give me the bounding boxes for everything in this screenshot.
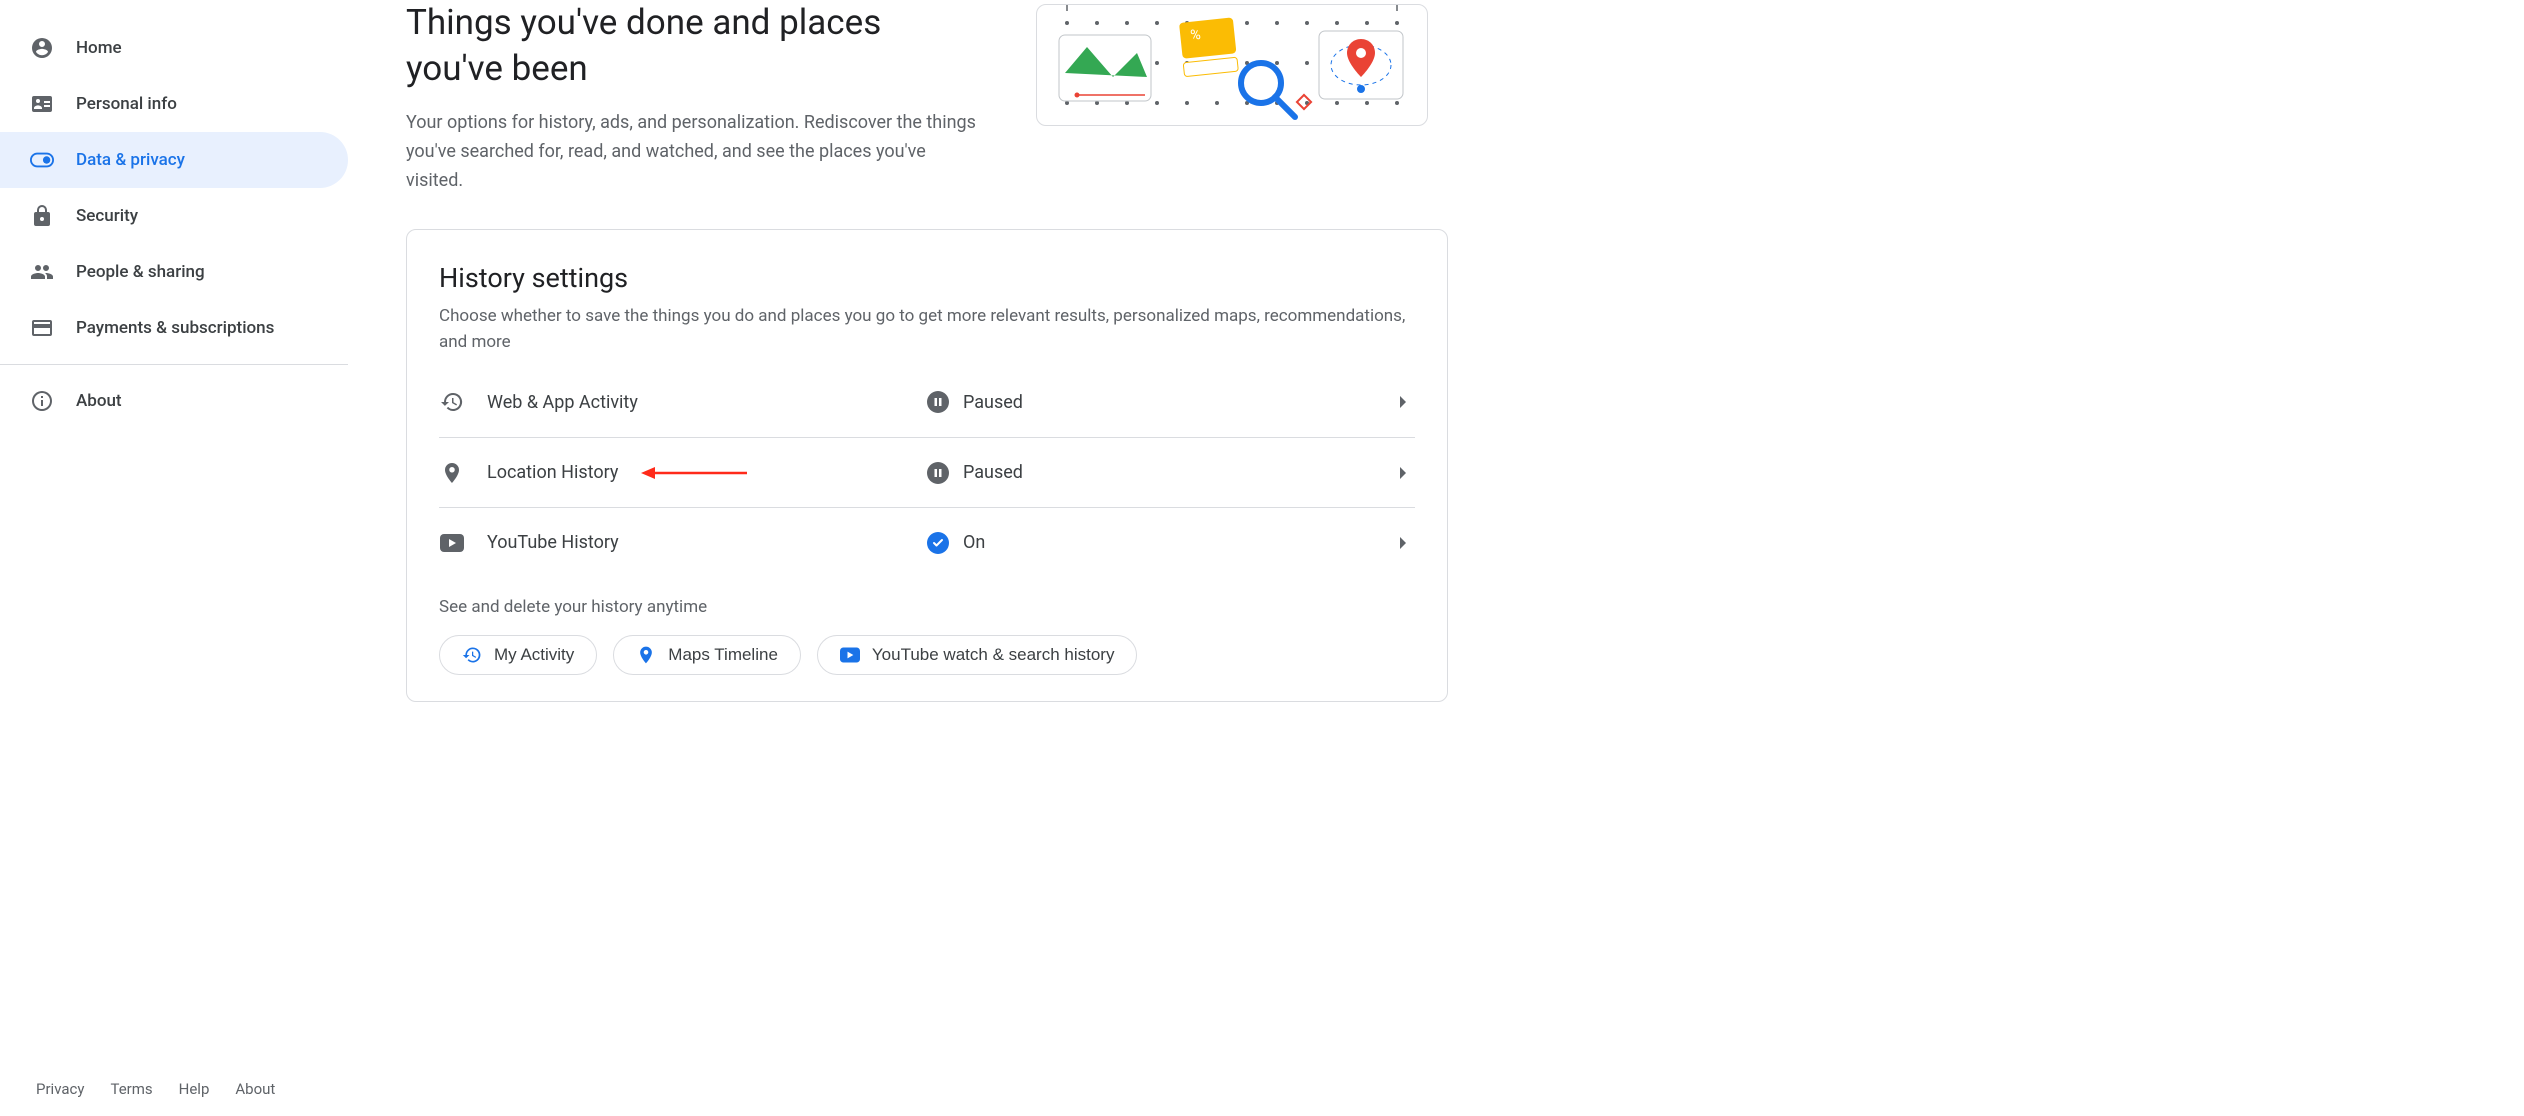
chevron-right-icon [1391, 390, 1415, 414]
pause-icon [927, 391, 949, 413]
location-pin-icon [636, 645, 656, 665]
main-content: Things you've done and places you've bee… [348, 0, 2524, 1116]
footer-link-about[interactable]: About [235, 1080, 275, 1098]
sidebar-item-about[interactable]: About [0, 373, 348, 429]
card-title: History settings [439, 262, 1415, 294]
sidebar-item-label: Personal info [76, 94, 177, 114]
lock-icon [30, 204, 54, 228]
credit-card-icon [30, 316, 54, 340]
sidebar-item-label: Home [76, 38, 122, 58]
sidebar-item-label: People & sharing [76, 262, 205, 282]
sidebar-item-label: About [76, 391, 122, 411]
location-pin-icon [439, 460, 465, 486]
sidebar-item-data-privacy[interactable]: Data & privacy [0, 132, 348, 188]
footer-link-terms[interactable]: Terms [110, 1080, 152, 1098]
history-clock-icon [439, 389, 465, 415]
row-status: Paused [927, 391, 1023, 413]
history-settings-card: History settings Choose whether to save … [406, 229, 1448, 702]
history-clock-icon [462, 645, 482, 665]
chip-label: My Activity [494, 645, 574, 665]
row-label: Web & App Activity [487, 392, 887, 413]
row-youtube-history[interactable]: YouTube History On [439, 507, 1415, 577]
check-icon [927, 532, 949, 554]
row-label: YouTube History [487, 532, 887, 553]
card-subtitle: Choose whether to save the things you do… [439, 304, 1415, 355]
people-icon [30, 260, 54, 284]
youtube-icon [439, 530, 465, 556]
sidebar-item-home[interactable]: Home [0, 20, 348, 76]
chip-maps-timeline[interactable]: Maps Timeline [613, 635, 801, 675]
footer-link-help[interactable]: Help [179, 1080, 210, 1098]
pause-icon [927, 462, 949, 484]
sidebar-item-payments-subscriptions[interactable]: Payments & subscriptions [0, 300, 348, 356]
id-card-icon [30, 92, 54, 116]
chevron-right-icon [1391, 531, 1415, 555]
page-subtitle: Your options for history, ads, and perso… [406, 109, 986, 195]
hero-illustration: % [1036, 4, 1428, 126]
divider [0, 364, 348, 365]
footer-link-privacy[interactable]: Privacy [36, 1080, 84, 1098]
info-icon [30, 389, 54, 413]
sidebar-item-people-sharing[interactable]: People & sharing [0, 244, 348, 300]
footer-links: Privacy Terms Help About [36, 1080, 275, 1098]
row-web-app-activity[interactable]: Web & App Activity Paused [439, 367, 1415, 437]
chip-label: YouTube watch & search history [872, 645, 1115, 665]
svg-text:%: % [1190, 27, 1202, 44]
row-status: Paused [927, 462, 1023, 484]
row-status: On [927, 532, 985, 554]
chip-youtube-history[interactable]: YouTube watch & search history [817, 635, 1138, 675]
page-title: Things you've done and places you've bee… [406, 0, 986, 91]
chevron-right-icon [1391, 461, 1415, 485]
sidebar-item-security[interactable]: Security [0, 188, 348, 244]
toggle-on-icon [30, 148, 54, 172]
youtube-icon [840, 645, 860, 665]
row-location-history[interactable]: Location History Paused [439, 437, 1415, 507]
sidebar-item-label: Data & privacy [76, 150, 185, 170]
row-label: Location History [487, 462, 887, 483]
sidebar: Home Personal info Data & privacy Securi… [0, 0, 348, 1116]
sidebar-item-label: Payments & subscriptions [76, 318, 274, 338]
sidebar-item-personal-info[interactable]: Personal info [0, 76, 348, 132]
chip-my-activity[interactable]: My Activity [439, 635, 597, 675]
sidebar-item-label: Security [76, 206, 138, 226]
chip-label: Maps Timeline [668, 645, 778, 665]
card-footnote: See and delete your history anytime [439, 597, 1415, 617]
account-circle-icon [30, 36, 54, 60]
